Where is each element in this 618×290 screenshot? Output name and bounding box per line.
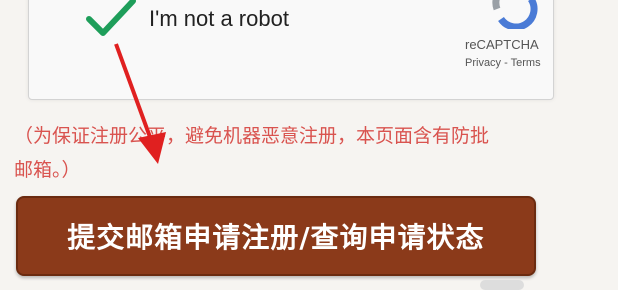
notice-text-line1: （为保证注册公平，避免机器恶意注册，本页面含有防批 — [14, 125, 490, 147]
links-separator: - — [501, 57, 511, 69]
terms-link[interactable]: Terms — [511, 57, 541, 69]
submit-email-button[interactable]: 提交邮箱申请注册/查询申请状态 — [16, 196, 536, 276]
privacy-link[interactable]: Privacy — [465, 57, 501, 69]
notice-text-line2: 邮箱。） — [14, 159, 81, 181]
scroll-indicator — [480, 280, 524, 290]
recaptcha-brand: reCAPTCHA — [465, 37, 539, 52]
checkmark-icon[interactable] — [83, 0, 139, 39]
recaptcha-widget: I'm not a robot reCAPTCHA Privacy - Term… — [28, 0, 554, 100]
recaptcha-logo-icon — [492, 0, 538, 29]
recaptcha-links: Privacy - Terms — [465, 57, 541, 69]
captcha-label[interactable]: I'm not a robot — [149, 6, 289, 32]
